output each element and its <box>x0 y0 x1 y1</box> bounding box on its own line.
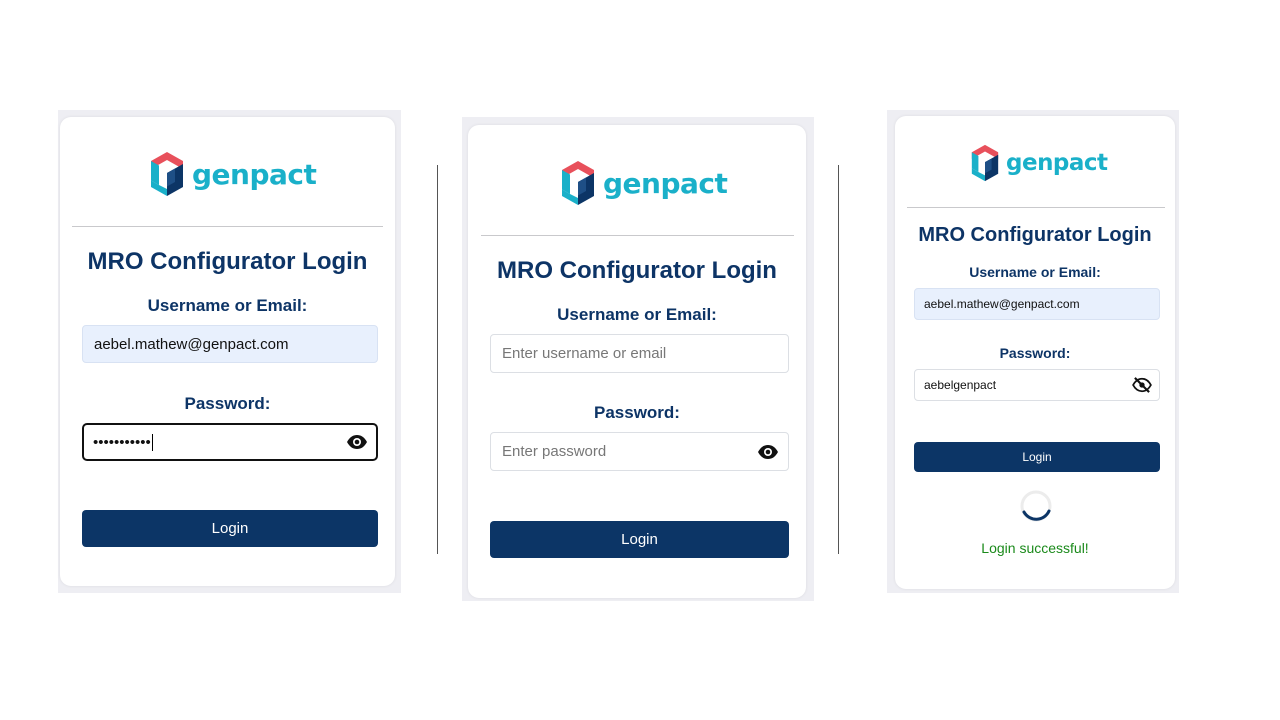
eye-slash-icon[interactable] <box>1131 375 1153 395</box>
genpact-wordmark: genpact <box>603 166 728 200</box>
password-label: Password: <box>594 403 680 422</box>
login-states-comparison: genpact MRO Configurator Login Username … <box>0 0 1280 720</box>
header-divider <box>72 226 383 227</box>
password-label: Password: <box>999 345 1071 361</box>
username-input[interactable]: aebel.mathew@genpact.com <box>914 288 1160 320</box>
username-label: Username or Email: <box>557 305 717 324</box>
separator-line <box>437 165 438 554</box>
genpact-logo: genpact <box>150 151 317 197</box>
genpact-wordmark: genpact <box>1006 150 1108 176</box>
genpact-hexagon-logo-icon <box>562 161 594 205</box>
genpact-hexagon-logo-icon <box>151 152 183 196</box>
genpact-wordmark: genpact <box>192 157 317 191</box>
login-button[interactable]: Login <box>82 510 378 547</box>
genpact-logo: genpact <box>561 160 728 206</box>
password-masked-value: ••••••••••• <box>93 433 151 451</box>
genpact-logo: genpact <box>971 144 1108 182</box>
separator-line <box>838 165 839 554</box>
login-button[interactable]: Login <box>914 442 1160 472</box>
eye-icon[interactable] <box>755 442 781 462</box>
username-value: aebel.mathew@genpact.com <box>94 335 289 353</box>
panel-3-login-card: genpact MRO Configurator Login Username … <box>895 116 1175 589</box>
password-input[interactable]: ••••••••••• <box>82 423 378 461</box>
login-title: MRO Configurator Login <box>87 248 368 275</box>
password-placeholder: Enter password <box>502 443 607 460</box>
panel-1-login-card: genpact MRO Configurator Login Username … <box>60 117 395 586</box>
username-placeholder: Enter username or email <box>502 345 667 362</box>
password-input[interactable]: Enter password <box>490 432 789 471</box>
password-value: aebelgenpact <box>924 378 997 392</box>
username-input[interactable]: aebel.mathew@genpact.com <box>82 325 378 363</box>
spinner-icon <box>1019 489 1053 523</box>
text-caret <box>151 433 153 451</box>
login-success-message: Login successful! <box>981 540 1089 556</box>
username-label: Username or Email: <box>969 264 1101 280</box>
login-button[interactable]: Login <box>490 521 789 558</box>
eye-icon[interactable] <box>344 432 370 452</box>
password-input[interactable]: aebelgenpact <box>914 369 1160 401</box>
login-title: MRO Configurator Login <box>918 224 1152 246</box>
username-input[interactable]: Enter username or email <box>490 334 789 373</box>
header-divider <box>481 235 794 236</box>
login-title: MRO Configurator Login <box>497 257 777 284</box>
password-label: Password: <box>184 394 271 413</box>
username-label: Username or Email: <box>147 296 308 315</box>
username-value: aebel.mathew@genpact.com <box>924 297 1080 311</box>
header-divider <box>907 207 1165 208</box>
panel-2-login-card: genpact MRO Configurator Login Username … <box>468 125 806 598</box>
genpact-hexagon-logo-icon <box>971 144 999 182</box>
